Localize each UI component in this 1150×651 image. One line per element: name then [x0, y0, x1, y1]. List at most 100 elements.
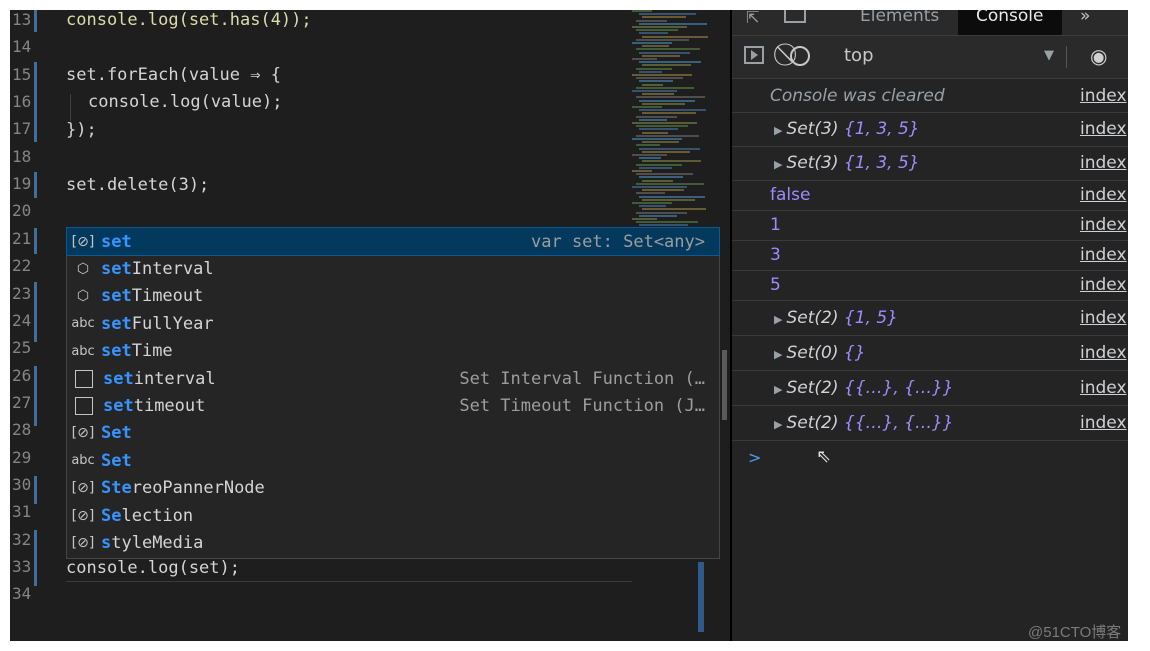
- source-link[interactable]: index: [1080, 343, 1127, 363]
- suggestion-match: s: [101, 533, 112, 554]
- console-message[interactable]: ▶ Set(3) {1, 3, 5} index: [732, 112, 1128, 147]
- source-link[interactable]: index: [1080, 153, 1127, 173]
- devtools-panel: ⇱ Elements Console » ⃠ top ▼ ◉ Console w…: [732, 10, 1128, 641]
- minimap-line: [642, 112, 696, 115]
- current-line-underline: [66, 581, 632, 582]
- suggestion-item[interactable]: [⊘] Set: [67, 420, 719, 447]
- device-toolbar-icon[interactable]: [784, 10, 806, 23]
- scope-indicator: [34, 228, 37, 254]
- console-prompt-icon[interactable]: >: [748, 448, 761, 467]
- minimap-line: [632, 202, 672, 204]
- minimap-line: [639, 195, 705, 198]
- source-link[interactable]: index: [1080, 119, 1127, 139]
- source-link[interactable]: index: [1080, 378, 1127, 398]
- expand-triangle-icon[interactable]: ▶: [774, 124, 782, 137]
- suggestion-item[interactable]: [⊘] Selection: [67, 502, 719, 529]
- source-link[interactable]: index: [1080, 275, 1127, 295]
- code-line-16[interactable]: console.log(value);: [88, 92, 282, 112]
- source-link[interactable]: index: [1080, 215, 1127, 235]
- suggestion-label: setTime: [101, 341, 173, 361]
- suggestion-label: StereoPannerNode: [101, 478, 265, 498]
- source-link[interactable]: index: [1080, 308, 1127, 328]
- text-icon: abc: [71, 316, 95, 332]
- code-editor[interactable]: 13 14 15 16 17 18 19 20 21 22 23 24 25 26 27 28 29 30 31 32…: [10, 10, 730, 641]
- minimap-line: [642, 83, 663, 86]
- context-selector[interactable]: top: [844, 45, 874, 66]
- expand-triangle-icon[interactable]: ▶: [774, 418, 782, 431]
- code-line-13[interactable]: console.log(set.has(4));: [66, 10, 312, 30]
- minimap-line: [636, 48, 700, 51]
- expand-triangle-icon[interactable]: ▶: [774, 313, 782, 326]
- code-text: console.log(set);: [66, 558, 240, 578]
- autocomplete-widget[interactable]: [⊘] set var set: Set<any> ⬡ setInterval ⬡ setT…: [66, 226, 720, 559]
- suggestion-rest: Timeout: [131, 286, 204, 307]
- code-line-33[interactable]: console.log(set);: [66, 558, 240, 578]
- suggestion-item[interactable]: [⊘] set var set: Set<any>: [66, 226, 720, 257]
- minimap[interactable]: [632, 10, 708, 240]
- console-message[interactable]: ▶ Set(3) {1, 3, 5} index: [732, 146, 1128, 181]
- suggestion-item[interactable]: setinterval Set Interval Function (…: [67, 365, 719, 392]
- minimap-line: [636, 134, 699, 137]
- variable-icon: [⊘]: [71, 535, 95, 552]
- suggestion-item[interactable]: settimeout Set Timeout Function (J…: [67, 392, 719, 419]
- variable-icon: [⊘]: [71, 425, 95, 442]
- suggestion-rest: Interval: [131, 259, 214, 280]
- suggestion-label: settimeout: [103, 396, 205, 416]
- source-link[interactable]: index: [1080, 185, 1127, 205]
- expand-triangle-icon[interactable]: ▶: [774, 383, 782, 396]
- suggestion-item[interactable]: ⬡ setInterval: [67, 255, 719, 282]
- editor-scrollbar-thumb[interactable]: [722, 350, 727, 420]
- expand-triangle-icon[interactable]: ▶: [774, 158, 782, 171]
- minimap-line: [639, 157, 661, 160]
- suggestion-label: set: [101, 232, 132, 252]
- inspect-element-icon[interactable]: ⇱: [746, 10, 759, 27]
- sidebar-toggle-icon[interactable]: [744, 46, 764, 64]
- suggestion-match: Ste: [101, 478, 132, 499]
- suggestion-item[interactable]: ⬡ setTimeout: [67, 283, 719, 310]
- text-icon: abc: [71, 453, 95, 469]
- suggestion-rest: lection: [121, 505, 194, 526]
- source-link[interactable]: index: [1080, 413, 1127, 433]
- source-link[interactable]: index: [1080, 86, 1127, 106]
- minimap-line: [636, 29, 678, 32]
- code-text: set.forEach(value ⇒ {: [66, 65, 281, 85]
- suggestion-label: Selection: [101, 506, 193, 526]
- code-line-19[interactable]: set.delete(3);: [66, 175, 209, 195]
- context-dropdown-icon[interactable]: ▼: [1044, 48, 1054, 63]
- scope-indicator: [34, 62, 37, 142]
- suggestion-item[interactable]: [⊘] StereoPannerNode: [67, 475, 719, 502]
- minimap-line: [642, 189, 684, 192]
- suggestion-label: setinterval: [103, 369, 216, 389]
- line-number: 20: [12, 201, 32, 221]
- console-message[interactable]: ▶ Set(2) {1, 5} index: [732, 300, 1128, 336]
- minimap-line: [636, 163, 682, 166]
- object-preview: {}: [843, 342, 866, 363]
- minimap-line: [632, 186, 687, 188]
- tab-console[interactable]: Console: [958, 10, 1062, 35]
- suggestion-item[interactable]: abc Set: [67, 447, 719, 474]
- minimap-line: [639, 166, 672, 169]
- code-line-15[interactable]: set.forEach(value ⇒ {: [66, 65, 281, 85]
- more-tabs-button[interactable]: »: [1080, 10, 1090, 35]
- minimap-line: [636, 96, 705, 99]
- line-number: 14: [12, 37, 32, 57]
- tab-elements[interactable]: Elements: [860, 10, 939, 35]
- suggestion-item[interactable]: abc setFullYear: [67, 310, 719, 337]
- console-message[interactable]: ▶ Set(2) {{…}, {…}} index: [732, 405, 1128, 441]
- minimap-line: [639, 70, 662, 73]
- minimap-line: [642, 54, 680, 57]
- code-line-17[interactable]: });: [66, 120, 97, 140]
- console-message[interactable]: ▶ Set(2) {{…}, {…}} index: [732, 370, 1128, 406]
- live-expression-eye-icon[interactable]: ◉: [1090, 44, 1107, 68]
- suggestion-rest: interval: [133, 368, 216, 389]
- minimap-line: [642, 93, 674, 96]
- console-message[interactable]: ▶ Set(0) {} index: [732, 335, 1128, 371]
- source-link[interactable]: index: [1080, 245, 1127, 265]
- suggestion-item[interactable]: [⊘] styleMedia: [67, 529, 719, 556]
- object-preview: {{…}, {…}}: [843, 377, 954, 398]
- minimap-line: [639, 51, 690, 54]
- suggestion-item[interactable]: abc setTime: [67, 338, 719, 365]
- expand-triangle-icon[interactable]: ▶: [774, 348, 782, 361]
- module-icon: ⬡: [76, 288, 90, 305]
- console-object: ▶ Set(3) {1, 3, 5}: [774, 153, 920, 173]
